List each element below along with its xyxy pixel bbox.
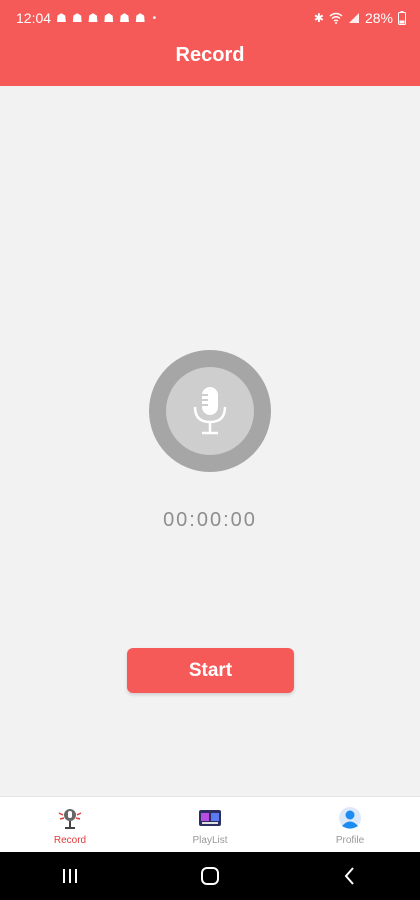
battery-icon	[398, 11, 406, 25]
nav-item-profile[interactable]: Profile	[280, 797, 420, 853]
snapchat-icon: ☗	[103, 11, 115, 25]
playlist-app-icon	[199, 810, 221, 826]
record-button-inner	[166, 367, 254, 455]
nav-label-record: Record	[53, 835, 87, 846]
snapchat-icon: ☗	[56, 11, 67, 25]
start-button[interactable]: Start	[127, 648, 294, 693]
back-icon[interactable]	[338, 864, 362, 888]
snapchat-icon: ☗	[119, 11, 130, 25]
wifi-icon	[329, 12, 343, 24]
snapchat-icon: ☗	[134, 11, 146, 25]
more-notifications-dot-icon: •	[152, 12, 157, 24]
status-time: 12:04	[16, 10, 52, 26]
bottom-nav: Record PlayList Profile	[0, 796, 420, 853]
snapchat-icon: ☗	[71, 11, 83, 25]
nav-item-record[interactable]: Record	[0, 797, 140, 853]
signal-icon	[348, 13, 359, 23]
nav-label-profile: Profile	[335, 835, 365, 846]
nav-label-playlist: PlayList	[192, 835, 228, 846]
person-icon	[339, 807, 361, 829]
home-icon[interactable]	[198, 864, 222, 888]
page-title: Record	[175, 44, 245, 66]
status-right: ✱ 28%	[314, 10, 406, 26]
system-navigation-bar	[0, 852, 420, 900]
nav-item-playlist[interactable]: PlayList	[140, 797, 280, 853]
app-header: 12:04 ☗ ☗ ☗ ☗ ☗ ☗ • ✱ 28% Record	[0, 0, 420, 86]
snapchat-icon: ☗	[87, 11, 99, 25]
recent-apps-icon[interactable]	[58, 864, 82, 888]
status-bar: 12:04 ☗ ☗ ☗ ☗ ☗ ☗ • ✱ 28%	[0, 0, 420, 36]
microphone-icon	[193, 387, 227, 435]
record-button[interactable]	[149, 350, 271, 472]
microphone-logo-icon	[58, 809, 82, 829]
battery-percent: 28%	[364, 10, 393, 26]
status-left: 12:04 ☗ ☗ ☗ ☗ ☗ ☗ •	[16, 10, 156, 26]
bluetooth-icon: ✱	[313, 11, 324, 25]
recording-timer: 00:00:00	[163, 509, 257, 531]
